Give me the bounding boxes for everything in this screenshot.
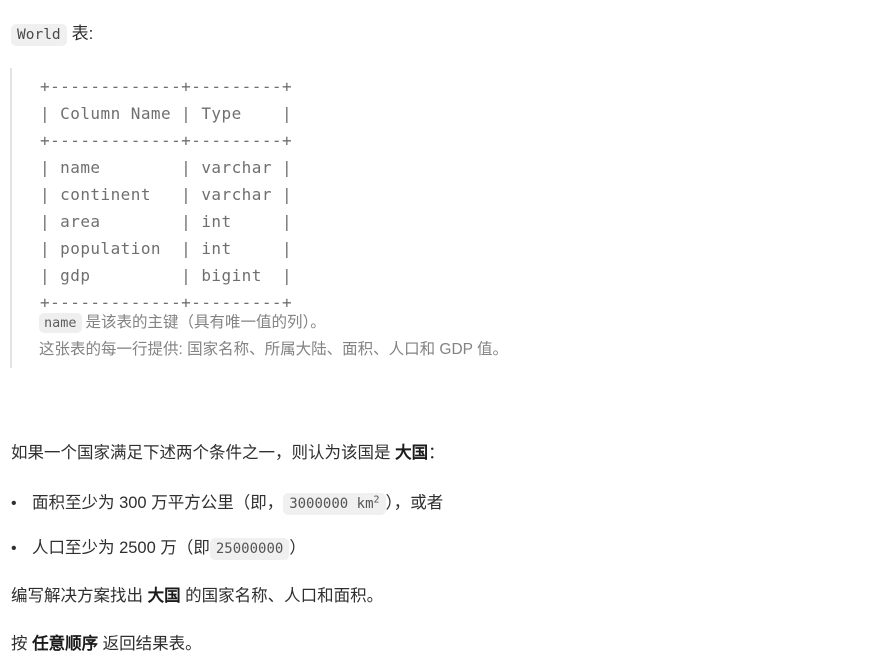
condition-area-prefix: 面积至少为 300 万平方公里（即， <box>32 494 284 512</box>
bullet-icon: • <box>11 540 17 557</box>
order-statement-prefix: 按 <box>11 635 33 653</box>
list-item: • 人口至少为 2500 万（即 25000000） <box>11 535 306 562</box>
schema-ascii-table: +-------------+---------+ | Column Name … <box>40 77 293 312</box>
condition-area-suffix: ），或者 <box>385 494 444 512</box>
list-item: • 面积至少为 300 万平方公里（即， 3000000 km2 ），或者 <box>11 490 443 517</box>
condition-intro-paragraph: 如果一个国家满足下述两个条件之一，则认为该国是 大国： <box>11 440 445 466</box>
bullet-icon: • <box>11 495 17 512</box>
order-statement-paragraph: 按 任意顺序 返回结果表。 <box>11 631 202 657</box>
primary-key-note: name 是该表的主键（具有唯一值的列）。 <box>39 311 326 335</box>
primary-key-note-text: 是该表的主键（具有唯一值的列）。 <box>85 314 326 331</box>
area-threshold-code: 3000000 km2 <box>283 493 386 515</box>
area-unit-exponent: 2 <box>373 494 380 506</box>
area-unit: km <box>356 496 374 512</box>
table-heading-suffix: 表: <box>71 24 94 43</box>
row-description: 这张表的每一行提供: 国家名称、所属大陆、面积、人口和 GDP 值。 <box>39 341 509 358</box>
task-statement-bold: 大国 <box>147 587 181 605</box>
order-statement-suffix: 返回结果表。 <box>98 635 202 653</box>
task-statement-prefix: 编写解决方案找出 <box>11 587 148 605</box>
task-statement-paragraph: 编写解决方案找出 大国 的国家名称、人口和面积。 <box>11 583 383 609</box>
condition-intro-bold: 大国 <box>395 444 429 462</box>
area-value: 3000000 <box>289 496 349 512</box>
table-heading: World 表: <box>11 21 93 48</box>
condition-population-suffix: ） <box>289 539 306 557</box>
problem-description-page: World 表: +-------------+---------+ | Colu… <box>0 0 886 668</box>
condition-intro-suffix: ： <box>428 444 445 462</box>
table-name-code: World <box>11 24 67 46</box>
schema-blockquote: +-------------+---------+ | Column Name … <box>10 68 710 368</box>
population-threshold-code: 25000000 <box>209 538 290 560</box>
condition-intro-prefix: 如果一个国家满足下述两个条件之一，则认为该国是 <box>11 444 396 462</box>
task-statement-suffix: 的国家名称、人口和面积。 <box>180 587 384 605</box>
primary-key-code: name <box>39 313 82 333</box>
condition-population-prefix: 人口至少为 2500 万（即 <box>32 539 210 557</box>
order-statement-bold: 任意顺序 <box>32 635 99 653</box>
